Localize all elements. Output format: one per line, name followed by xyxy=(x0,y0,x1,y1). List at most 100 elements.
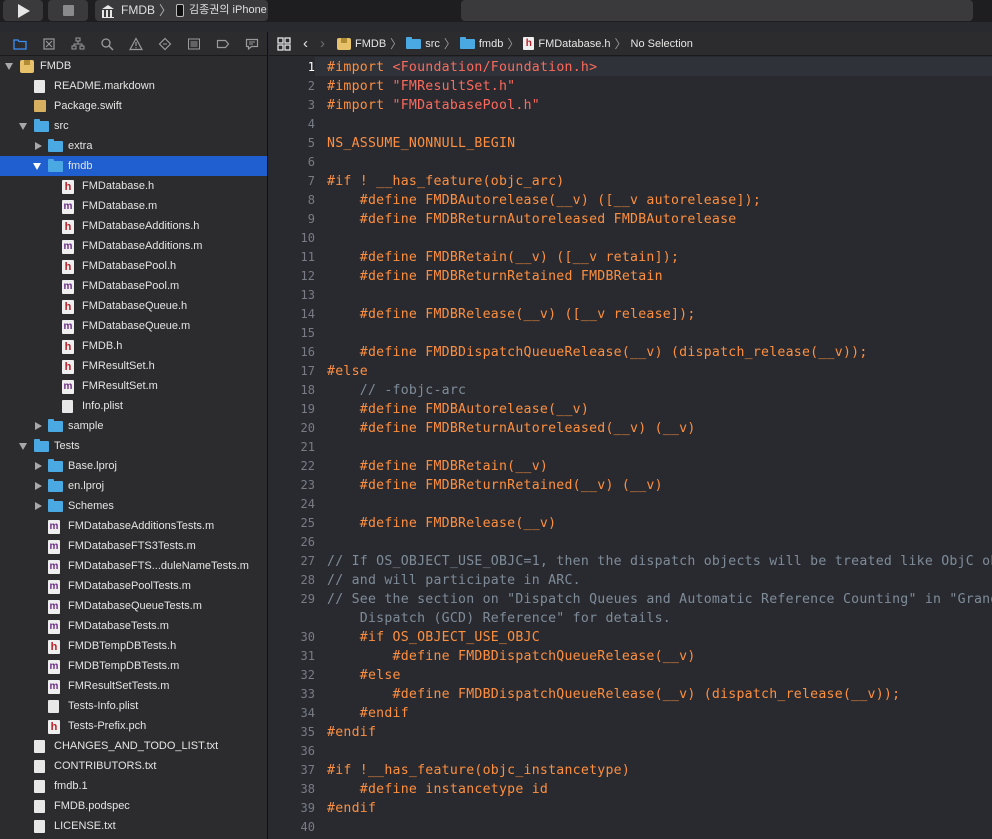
tree-item[interactable]: FMDB.podspec xyxy=(0,796,267,816)
tree-item[interactable]: h FMDBTempDBTests.h xyxy=(0,636,267,656)
tree-item[interactable]: h FMDB.h xyxy=(0,336,267,356)
disclosure-closed-icon[interactable] xyxy=(35,482,42,490)
tree-item[interactable]: h FMResultSet.h xyxy=(0,356,267,376)
code-text: #else xyxy=(327,364,368,379)
tree-item[interactable]: Tests xyxy=(0,436,267,456)
tree-item-label: Tests-Info.plist xyxy=(68,700,139,712)
tree-item[interactable]: m FMDatabaseAdditions.m xyxy=(0,236,267,256)
tree-item[interactable]: CHANGES_AND_TODO_LIST.txt xyxy=(0,736,267,756)
disclosure-closed-icon[interactable] xyxy=(35,142,42,150)
code-text: #endif xyxy=(327,725,377,740)
tree-item[interactable]: sample xyxy=(0,416,267,436)
debug-list-icon[interactable] xyxy=(180,33,209,55)
test-diamond-icon[interactable] xyxy=(151,33,180,55)
tree-item[interactable]: h FMDatabase.h xyxy=(0,176,267,196)
tree-item-label: Base.lproj xyxy=(68,460,117,472)
disclosure-open-icon[interactable] xyxy=(5,63,13,70)
iphone-icon xyxy=(176,4,185,17)
code-comment-line: // See the section on "Dispatch Queues a… xyxy=(327,590,992,609)
jump-bar: ‹ › FMDB 〉 src 〉 fmdb 〉 h FMDatabase.h 〉 No Selec… xyxy=(269,32,992,56)
tree-item[interactable]: src xyxy=(0,116,267,136)
tree-item[interactable]: en.lproj xyxy=(0,476,267,496)
disclosure-open-icon[interactable] xyxy=(19,123,27,130)
back-arrow-icon[interactable]: ‹ xyxy=(303,35,308,52)
tree-item[interactable]: LICENSE.txt xyxy=(0,816,267,836)
breadcrumb-item[interactable]: src xyxy=(406,36,440,50)
tree-item[interactable]: h FMDatabaseAdditions.h xyxy=(0,216,267,236)
tree-item[interactable]: fmdb xyxy=(0,156,267,176)
tree-item[interactable]: h FMDatabasePool.h xyxy=(0,256,267,276)
tree-item[interactable]: m FMDatabasePoolTests.m xyxy=(0,576,267,596)
objc-file-icon: m xyxy=(48,580,60,594)
code-text: #if ! __has_feature(objc_arc) xyxy=(327,174,565,189)
source-editor[interactable]: 1 2 3 4 5 6 7 8 9 10 11 12 13 14 15 16 17 18 19 20 21 22 23 24 2… xyxy=(269,57,992,839)
warning-icon[interactable] xyxy=(121,33,150,55)
tree-item[interactable]: README.markdown xyxy=(0,76,267,96)
related-items-icon[interactable] xyxy=(277,36,291,51)
tree-item[interactable]: m FMDatabaseFTS...duleNameTests.m xyxy=(0,556,267,576)
tree-item[interactable]: m FMDatabasePool.m xyxy=(0,276,267,296)
tree-item[interactable]: m FMDatabase.m xyxy=(0,196,267,216)
code-text: #define FMDBDispatchQueueRelease(__v) xyxy=(327,649,696,664)
tree-item[interactable]: fmdb.1 xyxy=(0,776,267,796)
tree-item-label: FMResultSet.h xyxy=(82,360,155,372)
tree-item-label: CHANGES_AND_TODO_LIST.txt xyxy=(54,740,219,752)
search-icon[interactable] xyxy=(92,33,121,55)
tree-item-label: FMDatabaseFTS3Tests.m xyxy=(68,540,196,552)
scheme-name: FMDB xyxy=(121,3,155,17)
tree-item[interactable]: m FMDBTempDBTests.m xyxy=(0,656,267,676)
tree-item[interactable]: m FMDatabaseQueue.m xyxy=(0,316,267,336)
tree-item[interactable]: Package.swift xyxy=(0,96,267,116)
code-comment-line: // and will participate in ARC. xyxy=(327,571,581,590)
tree-item-label: FMResultSetTests.m xyxy=(68,680,170,692)
tree-item[interactable]: m FMDatabaseQueueTests.m xyxy=(0,596,267,616)
tree-item[interactable]: FMDB xyxy=(0,56,267,76)
breadcrumb-item[interactable]: FMDB xyxy=(337,37,386,50)
breadcrumb: FMDB 〉 src 〉 fmdb 〉 h FMDatabase.h 〉 No Selection xyxy=(337,35,693,52)
tree-item[interactable]: CONTRIBUTORS.txt xyxy=(0,756,267,776)
header-file-icon: h xyxy=(62,360,74,374)
tree-item[interactable]: Schemes xyxy=(0,496,267,516)
disclosure-closed-icon[interactable] xyxy=(35,422,42,430)
header-file-icon: h xyxy=(62,300,74,314)
breadcrumb-item[interactable]: No Selection xyxy=(631,38,693,50)
folder-icon[interactable] xyxy=(5,33,34,55)
report-icon[interactable] xyxy=(238,33,267,55)
disclosure-closed-icon[interactable] xyxy=(35,462,42,470)
code-text: #define FMDBAutorelease(__v) ([__v autor… xyxy=(327,193,762,208)
tree-item[interactable]: Info.plist xyxy=(0,396,267,416)
breadcrumb-item[interactable]: fmdb xyxy=(459,36,503,50)
source-control-icon[interactable] xyxy=(34,33,63,55)
stop-button[interactable] xyxy=(48,0,88,21)
disclosure-open-icon[interactable] xyxy=(33,163,41,170)
tree-item-label: Tests xyxy=(54,440,80,452)
code-line: #else xyxy=(327,666,401,685)
folder-icon xyxy=(459,36,475,49)
tree-item[interactable]: m FMDatabaseTests.m xyxy=(0,616,267,636)
tree-item[interactable]: m FMResultSet.m xyxy=(0,376,267,396)
tree-item[interactable]: m FMDatabaseAdditionsTests.m xyxy=(0,516,267,536)
tree-item[interactable]: Base.lproj xyxy=(0,456,267,476)
tree-item[interactable]: h Tests-Prefix.pch xyxy=(0,716,267,736)
code-text: #endif xyxy=(327,801,377,816)
breakpoint-icon[interactable] xyxy=(209,33,238,55)
document-icon xyxy=(34,780,45,793)
tree-item[interactable]: Tests-Info.plist xyxy=(0,696,267,716)
scheme-selector[interactable]: FMDB 〉 김종권의 iPhone xyxy=(95,0,268,21)
hierarchy-icon[interactable] xyxy=(63,33,92,55)
disclosure-closed-icon[interactable] xyxy=(35,502,42,510)
document-icon xyxy=(34,760,45,773)
code-text: #define instancetype id xyxy=(327,782,549,797)
code-line: #define FMDBRetain(__v) ([__v retain]); xyxy=(327,248,679,267)
header-file-icon: h xyxy=(62,260,74,274)
breadcrumb-item[interactable]: h FMDatabase.h xyxy=(523,37,611,50)
tree-item[interactable]: m FMResultSetTests.m xyxy=(0,676,267,696)
tree-item[interactable]: m FMDatabaseFTS3Tests.m xyxy=(0,536,267,556)
tree-item-label: LICENSE.txt xyxy=(54,820,116,832)
tree-item[interactable]: extra xyxy=(0,136,267,156)
disclosure-open-icon[interactable] xyxy=(19,443,27,450)
run-button[interactable] xyxy=(3,0,43,21)
tree-item[interactable]: h FMDatabaseQueue.h xyxy=(0,296,267,316)
line-number: 39 xyxy=(300,801,315,815)
forward-arrow-icon[interactable]: › xyxy=(320,35,325,52)
